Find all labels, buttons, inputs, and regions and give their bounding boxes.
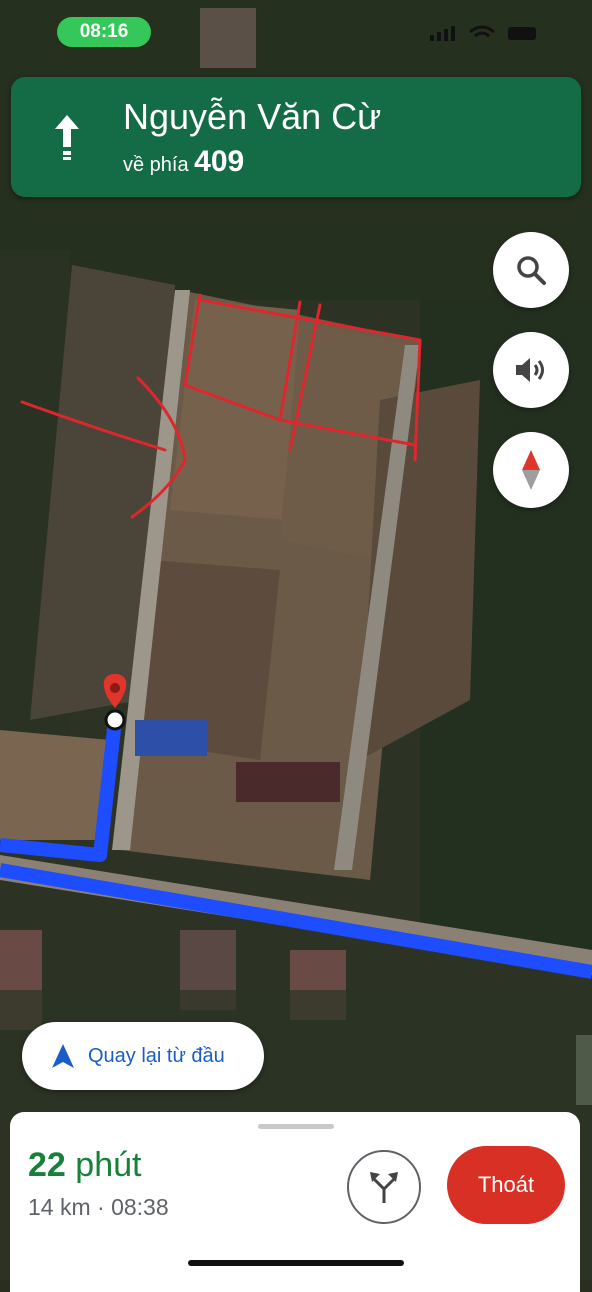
alternate-routes-icon <box>370 1172 398 1203</box>
toward-route: 409 <box>194 145 245 178</box>
home-indicator <box>188 1260 404 1266</box>
straight-arrow-icon <box>55 115 79 160</box>
duration-unit: phút <box>75 1146 142 1184</box>
sheet-handle[interactable] <box>258 1124 334 1129</box>
alternate-routes-button[interactable] <box>347 1150 421 1224</box>
volume-icon <box>516 358 544 382</box>
compass-icon <box>522 450 540 490</box>
toward-prefix: về phía <box>123 154 189 176</box>
compass-button[interactable] <box>493 432 569 508</box>
navigation-banner[interactable]: Nguyễn Văn Cừ về phía 409 <box>11 77 581 197</box>
trip-duration: 22 phút <box>28 1144 141 1186</box>
exit-navigation-button[interactable]: Thoát <box>447 1146 565 1224</box>
status-bar: 08:16 <box>0 0 592 60</box>
duration-value: 22 <box>28 1146 66 1184</box>
street-name: Nguyễn Văn Cừ <box>123 96 382 137</box>
status-time: 08:16 <box>57 17 151 47</box>
sound-button[interactable] <box>493 332 569 408</box>
recenter-button[interactable]: Quay lại từ đầu <box>22 1022 264 1090</box>
navigation-arrow-icon <box>52 1044 74 1068</box>
recenter-label: Quay lại từ đầu <box>88 1044 225 1067</box>
distance-eta: 14 km · 08:38 <box>28 1194 169 1220</box>
toward-direction: về phía 409 <box>123 145 244 182</box>
status-icons <box>430 25 536 41</box>
search-button[interactable] <box>493 232 569 308</box>
search-icon <box>517 256 546 285</box>
